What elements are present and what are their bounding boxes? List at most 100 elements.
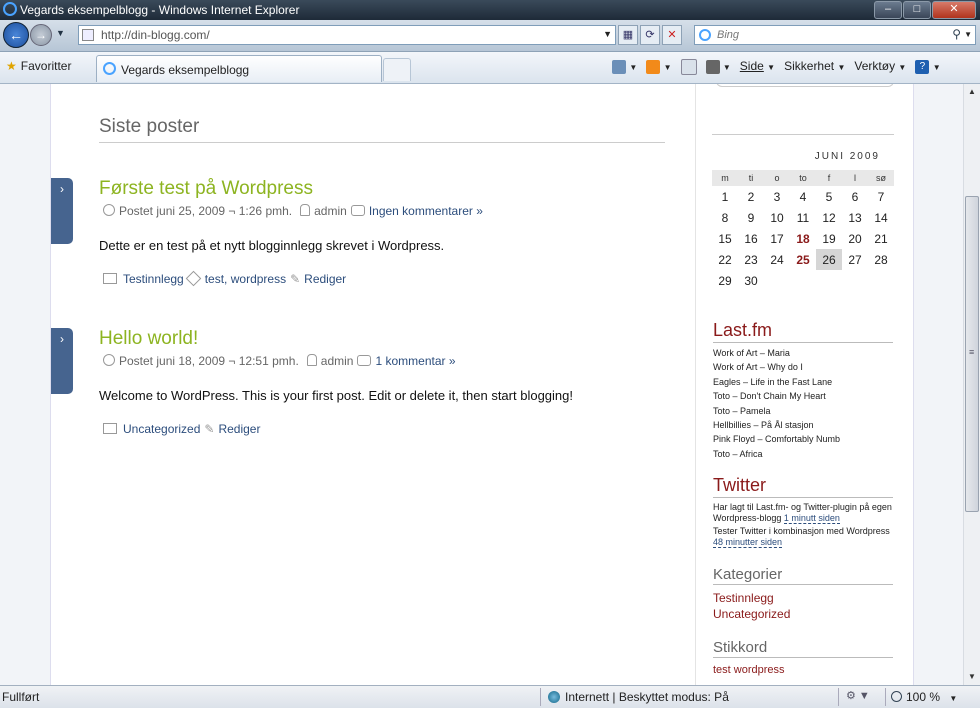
calendar-day: 5 xyxy=(825,189,833,204)
comments-link[interactable]: Ingen kommentarer » xyxy=(369,204,483,218)
print-icon xyxy=(705,59,720,74)
categories-title: Kategorier xyxy=(713,566,893,585)
post-title[interactable]: Første test på Wordpress xyxy=(99,178,313,200)
calendar-day-link[interactable]: 25 xyxy=(790,249,816,270)
scroll-thumb[interactable]: ≡ xyxy=(965,196,979,512)
calendar-day: 14 xyxy=(874,210,888,225)
lastfm-track[interactable]: Toto – Don't Chain My Heart xyxy=(713,389,840,403)
search-box[interactable]: Bing ⚲ ▼ xyxy=(694,25,976,45)
lastfm-track[interactable]: Pink Floyd – Comfortably Numb xyxy=(713,432,840,446)
lastfm-track[interactable]: Work of Art – Maria xyxy=(713,346,840,360)
divider xyxy=(838,688,839,706)
mail-button[interactable] xyxy=(680,59,697,75)
new-tab-button[interactable] xyxy=(383,58,411,81)
post-author: admin xyxy=(314,204,347,218)
grip-icon: ≡ xyxy=(969,347,975,357)
edit-link[interactable]: Rediger xyxy=(218,422,260,436)
rss-icon xyxy=(646,59,661,74)
calendar-weekday: ti xyxy=(738,170,764,186)
page-menu[interactable]: Side ▼ xyxy=(740,59,775,75)
scroll-down-icon[interactable]: ▼ xyxy=(964,669,980,685)
calendar-day: 11 xyxy=(796,210,810,225)
back-button[interactable]: ← xyxy=(3,22,29,48)
calendar-weekday: o xyxy=(764,170,790,186)
calendar-day: 20 xyxy=(848,231,862,246)
post-title[interactable]: Hello world! xyxy=(99,328,198,350)
lastfm-track[interactable]: Hellbillies – På Ål stasjon xyxy=(713,418,840,432)
calendar-day: 15 xyxy=(718,231,732,246)
category-link[interactable]: Testinnlegg xyxy=(713,590,790,606)
protected-mode-icon[interactable]: ⚙ ▼ xyxy=(846,689,870,702)
user-icon xyxy=(300,204,311,216)
search-dropdown-icon[interactable]: ▼ xyxy=(964,30,972,39)
post-meta: Postet juni 25, 2009 ¬ 1:26 pmh. admin Ing… xyxy=(103,204,483,218)
page-title: Siste poster xyxy=(99,116,665,143)
address-url[interactable]: http://din-blogg.com/ xyxy=(101,28,210,42)
divider xyxy=(540,688,541,706)
home-button[interactable]: ▼ xyxy=(612,59,637,75)
category-link[interactable]: Uncategorized xyxy=(713,606,790,622)
tags-title: Stikkord xyxy=(713,639,893,658)
calendar-day xyxy=(816,270,842,291)
search-icon[interactable]: ⚲ xyxy=(952,27,961,41)
address-dropdown-icon[interactable]: ▼ xyxy=(603,29,612,39)
twitter-title: Twitter xyxy=(713,475,893,498)
edit-icon: ✎ xyxy=(290,272,301,286)
calendar-day xyxy=(868,270,894,291)
tools-menu-label: Verktøy xyxy=(854,59,896,73)
history-dropdown-icon[interactable]: ▼ xyxy=(56,28,65,38)
lastfm-track[interactable]: Work of Art – Why do I xyxy=(713,360,840,374)
tools-menu[interactable]: Verktøy ▼ xyxy=(854,59,906,75)
address-bar[interactable]: http://din-blogg.com/ ▼ xyxy=(78,25,616,45)
calendar-day: 6 xyxy=(851,189,859,204)
tab-active[interactable]: Vegards eksempelblogg xyxy=(96,55,382,82)
lastfm-track[interactable]: Eagles – Life in the Fast Lane xyxy=(713,375,840,389)
minimize-button[interactable]: – xyxy=(874,1,902,19)
stop-button[interactable]: ✕ xyxy=(662,25,682,45)
forward-button[interactable]: → xyxy=(30,24,52,46)
compatibility-view-button[interactable]: ▦ xyxy=(618,25,638,45)
post-footer: Testinnlegg test, wordpress ✎ Rediger xyxy=(103,270,346,287)
clock-icon xyxy=(103,204,115,216)
calendar-weekday: to xyxy=(790,170,816,186)
zoom-control[interactable]: 100 % ▼ xyxy=(891,690,957,704)
post-marker-icon: › xyxy=(51,178,73,244)
address-buttons: ▦ ⟳ ✕ xyxy=(618,25,682,45)
lastfm-track[interactable]: Toto – Pamela xyxy=(713,404,840,418)
maximize-button[interactable]: □ xyxy=(903,1,931,19)
edit-link[interactable]: Rediger xyxy=(304,272,346,286)
tag-cloud[interactable]: test wordpress xyxy=(713,664,785,676)
calendar-week: 29 30 xyxy=(712,270,894,291)
refresh-button[interactable]: ⟳ xyxy=(640,25,660,45)
calendar-day: 3 xyxy=(773,189,781,204)
calendar-day: 2 xyxy=(747,189,755,204)
tweet-time-link[interactable]: 1 minutt siden xyxy=(783,513,840,524)
bing-icon xyxy=(699,29,711,41)
scroll-up-icon[interactable]: ▲ xyxy=(964,84,980,100)
category-link[interactable]: Testinnlegg xyxy=(123,272,184,286)
lastfm-track[interactable]: Toto – Africa xyxy=(713,447,840,461)
comments-link[interactable]: 1 kommentar » xyxy=(375,354,455,368)
favorites-button[interactable]: ★ Favoritter xyxy=(6,59,71,73)
calendar-weekday: m xyxy=(712,170,738,186)
security-menu[interactable]: Sikkerhet ▼ xyxy=(784,59,845,75)
calendar-day-link[interactable]: 18 xyxy=(790,228,816,249)
calendar-weekday: sø xyxy=(868,170,894,186)
tweet-time-link[interactable]: 48 minutter siden xyxy=(713,537,783,548)
calendar-day: 19 xyxy=(822,231,836,246)
category-link[interactable]: Uncategorized xyxy=(123,422,200,436)
calendar-week: 8 9 10 11 12 13 14 xyxy=(712,207,894,228)
post-date: Postet juni 25, 2009 ¬ 1:26 pmh. xyxy=(119,204,293,218)
help-button[interactable]: ? ▼ xyxy=(915,59,941,75)
search-placeholder[interactable]: Bing xyxy=(717,29,739,41)
calendar-caption: JUNI 2009 xyxy=(814,151,880,162)
feeds-button[interactable]: ▼ xyxy=(646,59,672,75)
tag-links[interactable]: test, wordpress xyxy=(205,272,286,286)
calendar-day: 22 xyxy=(718,252,732,267)
categories-list: Testinnlegg Uncategorized xyxy=(713,590,790,622)
security-menu-label: Sikkerhet xyxy=(784,59,835,73)
security-zone[interactable]: Internett | Beskyttet modus: På xyxy=(548,690,729,704)
close-window-button[interactable]: ✕ xyxy=(932,1,976,19)
vertical-scrollbar[interactable]: ▲ ≡ ▼ xyxy=(963,84,980,685)
print-button[interactable]: ▼ xyxy=(705,59,731,75)
